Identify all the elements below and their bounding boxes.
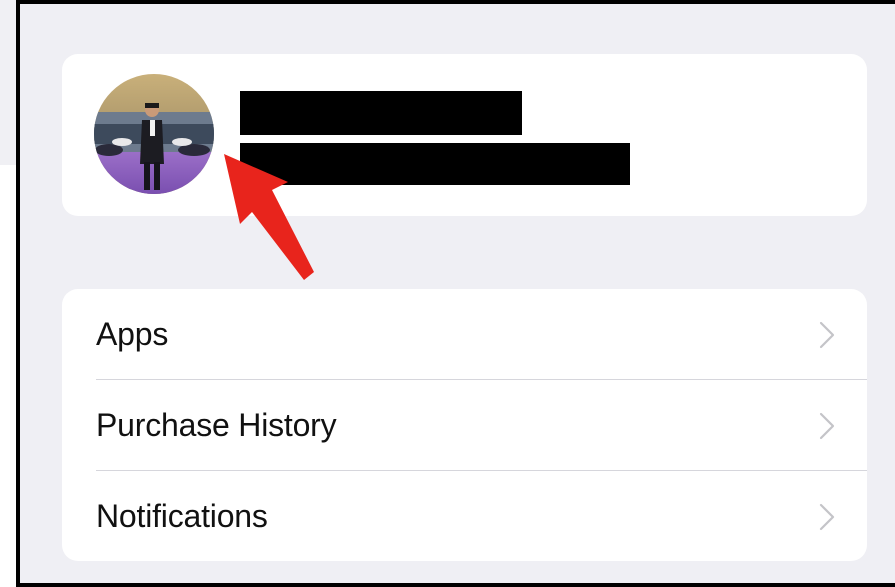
menu-row-label: Apps <box>96 316 169 352</box>
chevron-right-icon <box>819 412 835 440</box>
chevron-right-icon <box>819 503 835 531</box>
profile-photo <box>94 74 214 194</box>
chevron-right-icon <box>819 321 835 349</box>
menu-row-apps[interactable]: Apps <box>62 289 867 379</box>
red-arrow-annotation <box>224 154 314 280</box>
account-screen: Apps Purchase History Notifications <box>16 0 895 587</box>
menu-row-purchase-history[interactable]: Purchase History <box>62 380 867 470</box>
avatar[interactable] <box>94 74 214 194</box>
menu-row-label: Notifications <box>96 498 268 534</box>
menu-row-label: Purchase History <box>96 407 337 443</box>
profile-card[interactable] <box>62 54 867 216</box>
redacted-name <box>240 91 522 135</box>
outer-edge-shade <box>0 0 16 165</box>
menu-card: Apps Purchase History Notifications <box>62 289 867 561</box>
menu-row-notifications[interactable]: Notifications <box>62 471 867 561</box>
